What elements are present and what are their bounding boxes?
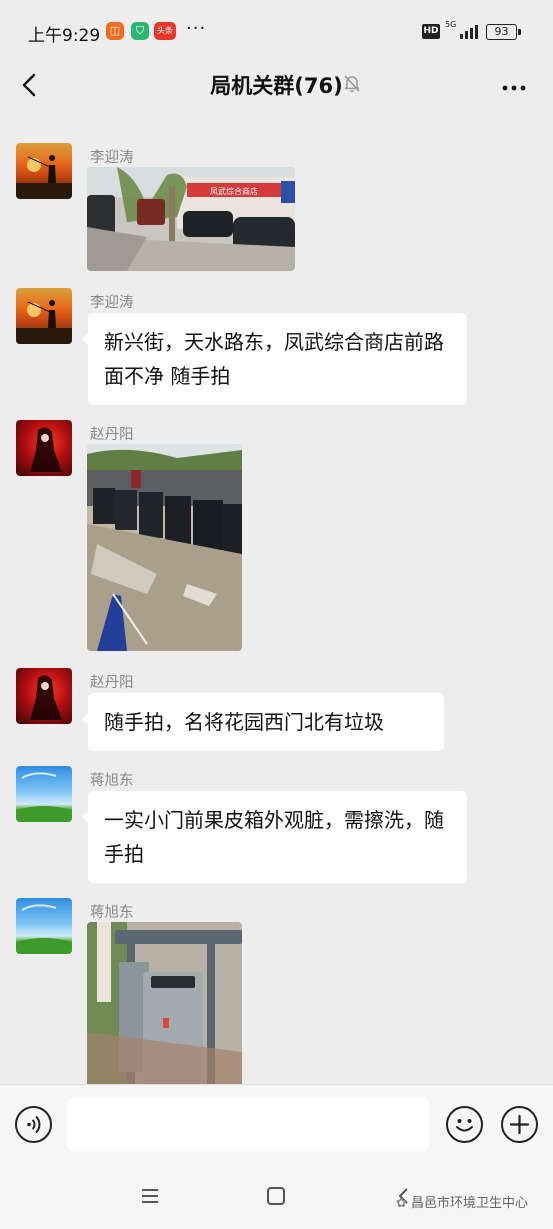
battery-level: 93 [494, 25, 509, 38]
wechat-logo-icon: ✿ [396, 1196, 407, 1211]
network-type-label: 5G [445, 20, 457, 29]
sender-name: 赵丹阳 [90, 675, 134, 691]
status-bar: 上午9:29 ◫ ⛉ 头条 ··· HD 5G 93 [0, 0, 553, 62]
message-input[interactable] [67, 1098, 429, 1151]
app-notification-icon: ◫ [106, 22, 124, 40]
plus-icon [509, 1114, 530, 1135]
watermark: ✿ 昌邑市环境卫生中心 [396, 1192, 528, 1211]
message-photo[interactable] [87, 922, 242, 1084]
watermark-text: 昌邑市环境卫生中心 [411, 1196, 529, 1211]
message-bubble[interactable]: 新兴街，天水路东，凤武综合商店前路面不净 随手拍 [82, 313, 467, 405]
emoji-icon [456, 1119, 473, 1132]
avatar[interactable] [16, 288, 72, 344]
hd-icon: HD [422, 24, 440, 39]
signal-icon [456, 24, 480, 39]
mute-bell-icon [342, 73, 362, 93]
sender-name: 蒋旭东 [90, 773, 134, 789]
more-notifications-icon: ··· [186, 18, 207, 39]
chat-title: 局机关群(76) [210, 74, 343, 98]
sender-name: 赵丹阳 [90, 427, 134, 443]
sender-name: 李迎涛 [90, 295, 134, 311]
emoji-button[interactable] [446, 1106, 483, 1143]
voice-icon [27, 1115, 41, 1134]
avatar[interactable] [16, 143, 72, 199]
avatar[interactable] [16, 668, 72, 724]
input-bar [0, 1084, 553, 1164]
menu-icon[interactable] [142, 1188, 162, 1204]
voice-button[interactable] [15, 1106, 52, 1143]
message-bubble[interactable]: 随手拍，名将花园西门北有垃圾 [82, 693, 444, 751]
avatar[interactable] [16, 898, 72, 954]
shop-sign-text: 凤武综合商店 [210, 186, 258, 196]
more-button[interactable] [496, 68, 532, 102]
chat-header: 局机关群(76) [0, 62, 553, 108]
more-functions-button[interactable] [501, 1106, 538, 1143]
system-nav-bar: ✿ 昌邑市环境卫生中心 [0, 1164, 553, 1229]
more-dots-icon [502, 85, 526, 91]
sender-name: 蒋旭东 [90, 905, 134, 921]
toutiao-notification-icon: 头条 [154, 22, 176, 40]
message-photo[interactable] [87, 444, 242, 651]
home-icon[interactable] [267, 1187, 285, 1205]
avatar[interactable] [16, 420, 72, 476]
status-time: 上午9:29 [28, 26, 101, 46]
message-bubble[interactable]: 一实小门前果皮箱外观脏，需擦洗，随手拍 [82, 791, 467, 883]
battery-icon: 93 [486, 24, 521, 40]
message-photo[interactable]: 凤武综合商店 [87, 167, 295, 271]
sender-name: 李迎涛 [90, 150, 134, 166]
avatar[interactable] [16, 766, 72, 822]
shield-notification-icon: ⛉ [131, 22, 149, 40]
